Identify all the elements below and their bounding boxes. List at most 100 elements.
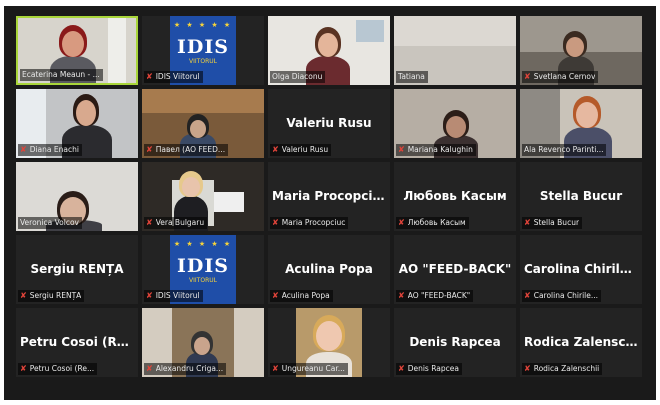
participant-name: Maria Procopciuc xyxy=(281,218,346,227)
participant-name-label: ✘ Aculina Popa xyxy=(270,290,333,302)
participant-name: Valeriu Rusu xyxy=(281,145,329,154)
participant-tile[interactable]: ✘ Diana Enachi xyxy=(16,89,138,158)
logo-stars: ★ ★ ★ ★ ★ xyxy=(173,21,233,29)
participant-tile[interactable]: ✘ Ungureanu Car... xyxy=(268,308,390,377)
participant-name-label: Tatiana xyxy=(396,71,428,83)
participant-tile[interactable]: Tatiana xyxy=(394,16,516,85)
participant-name-label: ✘ Ungureanu Car... xyxy=(270,363,348,375)
microphone-muted-icon: ✘ xyxy=(146,291,153,300)
participant-name-label: ✘ Rodica Zalenschii xyxy=(522,363,603,375)
participant-display-name: Valeriu Rusu xyxy=(286,116,372,130)
participant-tile[interactable]: Ala Revenco Parinti... xyxy=(520,89,642,158)
participant-tile[interactable]: ✘ Mariana Kalughin xyxy=(394,89,516,158)
participant-display-name: Carolina Chiriles... xyxy=(524,262,642,276)
participant-name-label: ✘ Maria Procopciuc xyxy=(270,217,349,229)
participant-name-label: ✘ Павел (AO FEED... xyxy=(144,144,229,156)
participant-name: Alexandru Criga... xyxy=(155,364,224,373)
face xyxy=(566,37,584,57)
logo-text: IDIS xyxy=(177,36,229,58)
participant-tile[interactable]: Carolina Chiriles... ✘ Carolina Chirile... xyxy=(520,235,642,304)
microphone-muted-icon: ✘ xyxy=(398,218,405,227)
microphone-muted-icon: ✘ xyxy=(398,291,405,300)
participant-tile[interactable]: Valeriu Rusu ✘ Valeriu Rusu xyxy=(268,89,390,158)
face xyxy=(190,120,206,138)
participant-name: IDIS Viitorul xyxy=(155,72,200,81)
participant-name: Павел (AO FEED... xyxy=(155,145,226,154)
microphone-muted-icon: ✘ xyxy=(524,364,531,373)
participant-tile[interactable]: Ecaterina Meaun - ... xyxy=(16,16,138,85)
face xyxy=(576,102,598,128)
face xyxy=(182,177,200,197)
participant-name-label: ✘ Mariana Kalughin xyxy=(396,144,476,156)
participant-name-label: Veronica Volcov xyxy=(18,217,82,229)
participant-tile[interactable]: ✘ Павел (AO FEED... xyxy=(142,89,264,158)
participant-name: Olga Diaconu xyxy=(272,72,323,81)
participant-name: Rodica Zalenschii xyxy=(533,364,600,373)
microphone-muted-icon: ✘ xyxy=(20,291,27,300)
participant-tile[interactable]: AO "FEED-BACK" ✘ AO "FEED-BACK" xyxy=(394,235,516,304)
participant-name-label: ✘ Valeriu Rusu xyxy=(270,144,332,156)
face xyxy=(318,33,338,57)
participant-name-label: ✘ Любовь Касым xyxy=(396,217,469,229)
participant-name: Veronica Volcov xyxy=(20,218,79,227)
participant-name: Svetlana Cernov xyxy=(533,72,596,81)
participant-display-name: Maria Procopciuc xyxy=(272,189,389,203)
microphone-muted-icon: ✘ xyxy=(146,145,153,154)
participant-tile[interactable]: ✘ Vera Bulgaru xyxy=(142,162,264,231)
participant-name: Sergiu RENȚA xyxy=(29,291,82,300)
participant-name: Petru Cosoi (Re... xyxy=(29,364,95,373)
participant-tile[interactable]: Sergiu RENȚA ✘ Sergiu RENȚA xyxy=(16,235,138,304)
microphone-muted-icon: ✘ xyxy=(272,364,279,373)
participant-tile[interactable]: ✘ Svetlana Cernov xyxy=(520,16,642,85)
microphone-muted-icon: ✘ xyxy=(398,145,405,154)
microphone-muted-icon: ✘ xyxy=(272,218,279,227)
participant-name: AO "FEED-BACK" xyxy=(407,291,471,300)
participant-name: Ecaterina Meaun - ... xyxy=(22,70,100,79)
face xyxy=(194,337,210,355)
participant-tile[interactable]: Veronica Volcov xyxy=(16,162,138,231)
participant-name-label: ✘ AO "FEED-BACK" xyxy=(396,290,474,302)
participant-display-name: Aculina Popa xyxy=(285,262,373,276)
participant-display-name: Sergiu RENȚA xyxy=(30,262,124,276)
participant-tile[interactable]: Rodica Zalenschii ✘ Rodica Zalenschii xyxy=(520,308,642,377)
participant-tile[interactable]: ★ ★ ★ ★ ★ IDIS VIITORUL ✘ IDIS Viitorul xyxy=(142,16,264,85)
microphone-muted-icon: ✘ xyxy=(524,291,531,300)
participant-tile[interactable]: ✘ Alexandru Criga... xyxy=(142,308,264,377)
participant-name-label: ✘ IDIS Viitorul xyxy=(144,290,203,302)
participant-name-label: Ala Revenco Parinti... xyxy=(522,144,607,156)
microphone-muted-icon: ✘ xyxy=(146,364,153,373)
participant-tile[interactable]: Denis Rapcea ✘ Denis Rapcea xyxy=(394,308,516,377)
participant-tile[interactable]: Любовь Касым ✘ Любовь Касым xyxy=(394,162,516,231)
participant-tile[interactable]: Stella Bucur ✘ Stella Bucur xyxy=(520,162,642,231)
participant-tile[interactable]: Olga Diaconu xyxy=(268,16,390,85)
face xyxy=(446,116,466,138)
microphone-muted-icon: ✘ xyxy=(524,218,531,227)
participant-name-label: ✘ Carolina Chirile... xyxy=(522,290,602,302)
participant-display-name: Rodica Zalenschii xyxy=(524,335,642,349)
participant-name: Mariana Kalughin xyxy=(407,145,473,154)
microphone-muted-icon: ✘ xyxy=(272,291,279,300)
participant-tile[interactable]: ★ ★ ★ ★ ★ IDIS VIITORUL ✘ IDIS Viitorul xyxy=(142,235,264,304)
participant-display-name: Любовь Касым xyxy=(403,189,507,203)
logo-text: IDIS xyxy=(177,255,229,277)
participant-name: Carolina Chirile... xyxy=(533,291,599,300)
participant-name: Tatiana xyxy=(398,72,425,81)
participant-tile[interactable]: Maria Procopciuc ✘ Maria Procopciuc xyxy=(268,162,390,231)
participant-name-label: ✘ Svetlana Cernov xyxy=(522,71,599,83)
microphone-muted-icon: ✘ xyxy=(20,364,27,373)
participant-name-label: ✘ Alexandru Criga... xyxy=(144,363,227,375)
logo-stars: ★ ★ ★ ★ ★ xyxy=(173,240,233,248)
face xyxy=(62,31,84,57)
participant-name: Stella Bucur xyxy=(533,218,580,227)
face xyxy=(76,100,96,126)
participant-display-name: Denis Rapcea xyxy=(409,335,501,349)
microphone-muted-icon: ✘ xyxy=(398,364,405,373)
participant-tile[interactable]: Petru Cosoi (Re... ✘ Petru Cosoi (Re... xyxy=(16,308,138,377)
participant-name: Denis Rapcea xyxy=(407,364,459,373)
participant-name: Diana Enachi xyxy=(29,145,79,154)
participant-name-label: ✘ IDIS Viitorul xyxy=(144,71,203,83)
microphone-muted-icon: ✘ xyxy=(146,72,153,81)
participant-tile[interactable]: Aculina Popa ✘ Aculina Popa xyxy=(268,235,390,304)
microphone-muted-icon: ✘ xyxy=(272,145,279,154)
participant-name-label: ✘ Petru Cosoi (Re... xyxy=(18,363,98,375)
